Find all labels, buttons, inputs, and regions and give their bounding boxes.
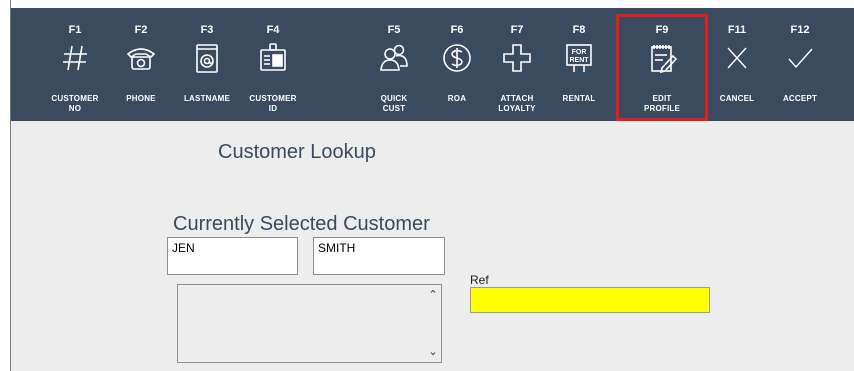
key-label: F12 xyxy=(790,24,810,36)
key-label: F6 xyxy=(450,24,464,36)
memo-textarea[interactable]: ⌃ ⌄ xyxy=(177,284,442,363)
customer-no-button[interactable]: F1 CUSTOMER NO xyxy=(44,8,106,121)
ref-input[interactable] xyxy=(470,287,710,313)
button-label: ROA xyxy=(447,94,467,103)
dollar-icon xyxy=(440,42,474,74)
key-label: F8 xyxy=(572,24,586,36)
ref-label: Ref xyxy=(470,273,489,287)
button-label: RENTAL xyxy=(562,94,596,103)
plus-icon xyxy=(500,42,534,74)
at-icon xyxy=(190,42,224,74)
window-frame-left xyxy=(0,0,10,371)
customer-id-button[interactable]: F4 CUSTOMER ID xyxy=(242,8,304,121)
people-icon xyxy=(377,42,411,74)
first-name-field[interactable]: JEN xyxy=(167,237,298,275)
id-badge-icon xyxy=(256,42,290,74)
roa-button[interactable]: F6 ROA xyxy=(426,8,488,121)
accept-button[interactable]: F12 ACCEPT xyxy=(769,8,831,121)
button-label: ATTACH LOYALTY xyxy=(498,94,536,113)
button-label: CUSTOMER NO xyxy=(51,94,99,113)
last-name-field[interactable]: SMITH xyxy=(313,237,445,275)
key-label: F7 xyxy=(510,24,524,36)
rental-button[interactable]: F8 FOR RENT RENTAL xyxy=(548,8,610,121)
svg-text:FOR: FOR xyxy=(572,49,587,56)
attach-loyalty-button[interactable]: F7 ATTACH LOYALTY xyxy=(486,8,548,121)
hash-icon xyxy=(58,42,92,74)
x-icon xyxy=(720,42,754,74)
button-label: QUICK CUST xyxy=(380,94,408,113)
section-title: Currently Selected Customer xyxy=(173,213,430,235)
check-icon xyxy=(783,42,817,74)
scroll-down-icon[interactable]: ⌄ xyxy=(425,344,441,360)
button-label: LASTNAME xyxy=(183,94,231,103)
key-label: F2 xyxy=(134,24,148,36)
phone-button[interactable]: F2 PHONE xyxy=(110,8,172,121)
button-label: PHONE xyxy=(126,94,156,103)
function-key-toolbar: F1 CUSTOMER NO F2 PHONE F3 LASTNAME F4 C… xyxy=(11,8,854,121)
key-label: F4 xyxy=(266,24,280,36)
phone-icon xyxy=(124,42,158,74)
button-label: ACCEPT xyxy=(782,94,818,103)
key-label: F5 xyxy=(387,24,401,36)
quick-cust-button[interactable]: F5 QUICK CUST xyxy=(363,8,425,121)
scroll-up-icon[interactable]: ⌃ xyxy=(425,287,441,303)
top-strip xyxy=(11,0,854,8)
page-title: Customer Lookup xyxy=(218,141,376,163)
memo-scrollbar[interactable]: ⌃ ⌄ xyxy=(425,285,441,362)
key-label: F3 xyxy=(200,24,214,36)
key-label: F1 xyxy=(68,24,82,36)
svg-text:RENT: RENT xyxy=(569,57,589,64)
button-label: CANCEL xyxy=(719,94,755,103)
key-label: F11 xyxy=(727,24,747,36)
cancel-button[interactable]: F11 CANCEL xyxy=(706,8,768,121)
for-rent-icon: FOR RENT xyxy=(562,42,596,74)
lastname-button[interactable]: F3 LASTNAME xyxy=(176,8,238,121)
edit-profile-highlight xyxy=(616,14,708,121)
button-label: CUSTOMER ID xyxy=(249,94,297,113)
